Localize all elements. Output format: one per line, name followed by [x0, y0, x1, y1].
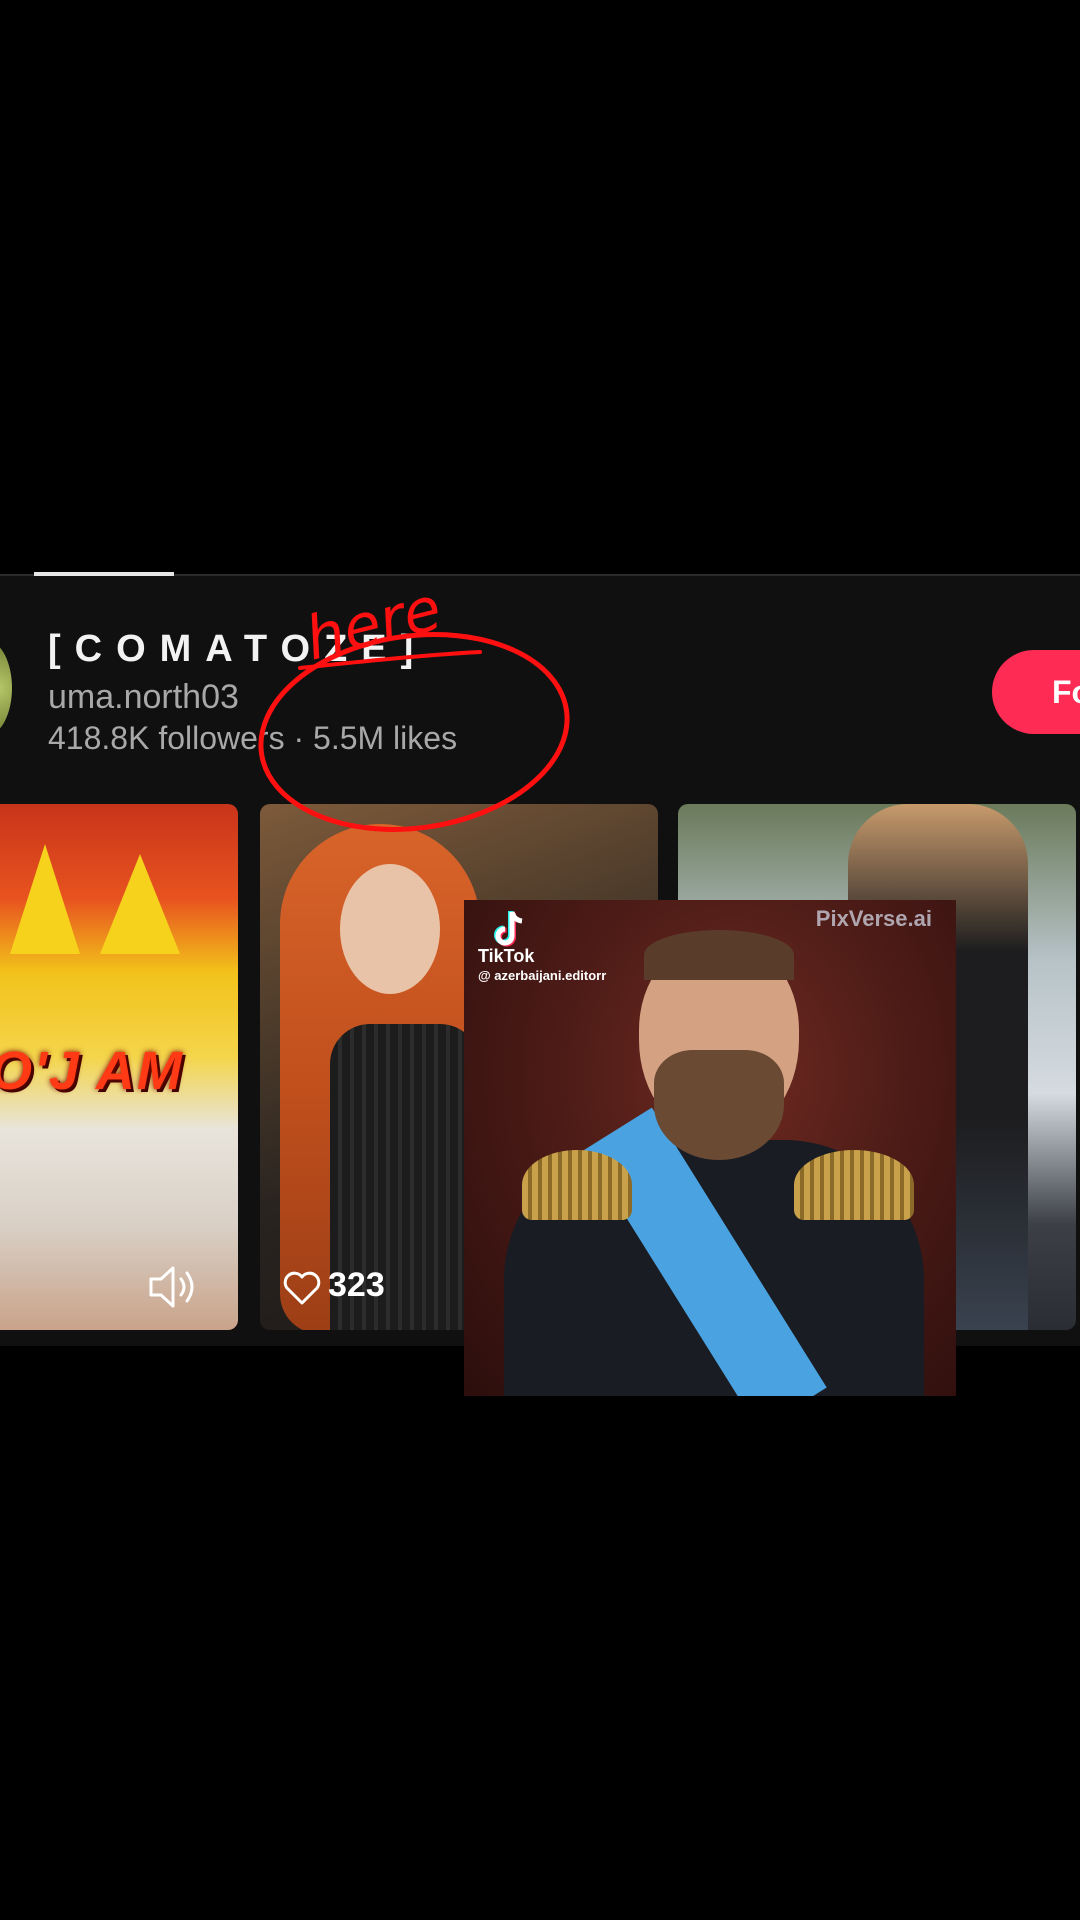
tiktok-logo-icon — [494, 911, 523, 947]
portrait-epaulette — [794, 1150, 914, 1220]
flame-shape — [10, 844, 80, 954]
tab-indicator — [34, 572, 174, 576]
display-name: [COMATOZE] — [48, 628, 428, 670]
follow-button[interactable]: Fo — [992, 650, 1080, 734]
portrait-beard — [654, 1050, 784, 1160]
video-thumbnail-1[interactable]: O'J AM — [0, 804, 238, 1330]
speaker-icon[interactable] — [145, 1262, 199, 1312]
like-count: 323 — [328, 1266, 385, 1304]
tiktok-watermark: TikTok — [478, 946, 535, 966]
profile-stats: 418.8K followers · 5.5M likes — [48, 720, 458, 756]
tiktok-watermark-handle: @ azerbaijani.editorr — [478, 968, 607, 983]
overlay-video[interactable]: TikTok @ azerbaijani.editorr PixVerse.ai — [464, 900, 956, 1396]
flame-shape — [100, 854, 180, 954]
heart-icon — [283, 1271, 321, 1305]
screen: [COMATOZE] uma.north03 418.8K followers … — [0, 0, 1080, 1920]
username[interactable]: uma.north03 — [48, 678, 239, 717]
portrait-hair — [644, 930, 794, 980]
ai-watermark: PixVerse.ai — [815, 906, 932, 931]
figure-face — [340, 864, 440, 994]
portrait-epaulette — [522, 1150, 632, 1220]
video-caption: O'J AM — [0, 1041, 184, 1101]
